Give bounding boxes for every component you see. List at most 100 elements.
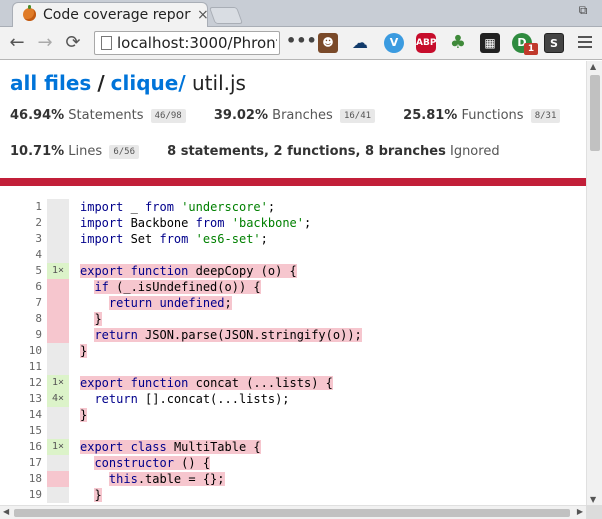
stat-functions: 25.81% Functions 8/31 bbox=[403, 108, 561, 123]
v-extension-icon[interactable]: V bbox=[384, 33, 404, 53]
stat-branches: 39.02% Branches 16/41 bbox=[213, 108, 376, 123]
line-hit-count bbox=[47, 471, 69, 487]
line-hit-count bbox=[47, 327, 69, 343]
code-text: import Backbone from 'backbone'; bbox=[80, 216, 312, 230]
code-line: 3 import Set from 'es6-set'; bbox=[0, 231, 586, 247]
code-line: 7 return undefined; bbox=[0, 295, 586, 311]
line-number[interactable]: 1 bbox=[0, 199, 42, 215]
horizontal-scrollbar[interactable]: ◀ ▶ bbox=[0, 505, 586, 519]
stat-functions-pct: 25.81% bbox=[403, 108, 458, 123]
url-text[interactable]: localhost:3000/Phrontis/coverage/clique/… bbox=[117, 34, 277, 52]
code-text: export function concat (...lists) { bbox=[80, 376, 333, 390]
tab-title: Code coverage report bbox=[43, 7, 191, 23]
line-number[interactable]: 14 bbox=[0, 407, 42, 423]
line-hit-count bbox=[47, 295, 69, 311]
code-line: 2 import Backbone from 'backbone'; bbox=[0, 215, 586, 231]
scroll-corner bbox=[586, 505, 602, 519]
line-hit-count: 1× bbox=[47, 375, 69, 391]
line-number[interactable]: 19 bbox=[0, 487, 42, 503]
extension-face-icon[interactable]: ☻ bbox=[318, 33, 338, 53]
stat-ignored-label: Ignored bbox=[449, 144, 500, 159]
reload-icon[interactable]: ⟳ bbox=[62, 32, 84, 54]
code-line: 17 constructor () { bbox=[0, 455, 586, 471]
s-extension-icon[interactable]: S bbox=[544, 33, 564, 53]
adblock-icon[interactable]: ABP bbox=[416, 33, 436, 53]
line-number[interactable]: 5 bbox=[0, 263, 42, 279]
line-number[interactable]: 7 bbox=[0, 295, 42, 311]
line-number[interactable]: 10 bbox=[0, 343, 42, 359]
line-number[interactable]: 16 bbox=[0, 439, 42, 455]
back-arrow-icon[interactable]: ← bbox=[6, 32, 28, 54]
more-dots-icon[interactable]: ••• bbox=[286, 33, 317, 53]
code-line: 12 1× export function concat (...lists) { bbox=[0, 375, 586, 391]
code-text: this.table = {}; bbox=[108, 472, 225, 486]
coverage-summary-row-1: 46.94% Statements 46/98 39.02% Branches … bbox=[10, 108, 580, 123]
breadcrumb-all-files-link[interactable]: all files bbox=[10, 71, 91, 95]
new-tab-button[interactable] bbox=[208, 7, 244, 24]
hamburger-menu-icon[interactable] bbox=[576, 33, 594, 53]
line-hit-count bbox=[47, 343, 69, 359]
code-text: } bbox=[80, 344, 88, 358]
code-text: } bbox=[80, 408, 88, 422]
close-icon[interactable]: × bbox=[197, 7, 209, 23]
line-hit-count bbox=[47, 231, 69, 247]
stat-lines-label: Lines bbox=[68, 144, 103, 159]
line-number[interactable]: 2 bbox=[0, 215, 42, 231]
code-listing: 1 import _ from 'underscore'; 2 import Back… bbox=[0, 199, 586, 503]
code-line: 13 4× return [].concat(...lists); bbox=[0, 391, 586, 407]
coverage-summary-row-2: 10.71% Lines 6/56 8 statements, 2 functi… bbox=[10, 144, 580, 159]
code-line: 18 this.table = {}; bbox=[0, 471, 586, 487]
scroll-up-icon[interactable]: ▲ bbox=[590, 62, 596, 71]
coverage-status-bar bbox=[0, 178, 586, 186]
forward-arrow-icon[interactable]: → bbox=[34, 32, 56, 54]
line-hit-count bbox=[47, 423, 69, 439]
stat-statements-pct: 46.94% bbox=[10, 108, 65, 123]
line-number[interactable]: 4 bbox=[0, 247, 42, 263]
line-number[interactable]: 13 bbox=[0, 391, 42, 407]
film-extension-icon[interactable]: ▦ bbox=[480, 33, 500, 53]
horizontal-scroll-thumb[interactable] bbox=[14, 509, 570, 517]
line-hit-count bbox=[47, 215, 69, 231]
vertical-scroll-thumb[interactable] bbox=[590, 75, 600, 151]
tab-active[interactable]: Code coverage report × bbox=[12, 2, 209, 27]
breadcrumb-dir-link[interactable]: clique/ bbox=[111, 71, 186, 95]
line-number[interactable]: 3 bbox=[0, 231, 42, 247]
stat-lines: 10.71% Lines 6/56 bbox=[10, 144, 139, 159]
line-hit-count bbox=[47, 311, 69, 327]
line-number[interactable]: 12 bbox=[0, 375, 42, 391]
code-text: export class MultiTable { bbox=[80, 440, 261, 454]
line-hit-count bbox=[47, 247, 69, 263]
orange-favicon-icon bbox=[23, 5, 36, 21]
code-text: return JSON.parse(JSON.stringify(o)); bbox=[94, 328, 362, 342]
line-number[interactable]: 11 bbox=[0, 359, 42, 375]
stat-branches-fraction: 16/41 bbox=[339, 109, 376, 123]
code-text: return undefined; bbox=[108, 296, 232, 310]
line-number[interactable]: 6 bbox=[0, 279, 42, 295]
cloud-extension-icon[interactable]: ☁ bbox=[350, 33, 370, 53]
line-number[interactable]: 15 bbox=[0, 423, 42, 439]
tree-extension-icon[interactable]: ♣ bbox=[448, 33, 468, 53]
code-line: 11 bbox=[0, 359, 586, 375]
scroll-left-icon[interactable]: ◀ bbox=[3, 507, 9, 516]
line-hit-count: 4× bbox=[47, 391, 69, 407]
code-line: 19 } bbox=[0, 487, 586, 503]
address-bar[interactable]: localhost:3000/Phrontis/coverage/clique/… bbox=[94, 31, 280, 55]
line-hit-count: 1× bbox=[47, 263, 69, 279]
line-hit-count bbox=[47, 455, 69, 471]
stat-branches-pct: 39.02% bbox=[213, 108, 269, 123]
code-line: 16 1× export class MultiTable { bbox=[0, 439, 586, 455]
breadcrumb: all files / clique/ util.js bbox=[10, 71, 570, 95]
line-number[interactable]: 9 bbox=[0, 327, 42, 343]
vertical-scrollbar[interactable]: ▲ ▼ bbox=[586, 61, 602, 505]
page-viewport: all files / clique/ util.js 46.94% Stateme… bbox=[0, 61, 586, 505]
line-number[interactable]: 8 bbox=[0, 311, 42, 327]
line-number[interactable]: 17 bbox=[0, 455, 42, 471]
line-number[interactable]: 18 bbox=[0, 471, 42, 487]
scroll-down-icon[interactable]: ▼ bbox=[590, 495, 596, 504]
code-line: 6 if (_.isUndefined(o)) { bbox=[0, 279, 586, 295]
page-title: util.js bbox=[192, 71, 246, 95]
stat-ignored-detail: 8 statements, 2 functions, 8 branches bbox=[167, 144, 446, 159]
window-restore-icon[interactable]: ⧉ bbox=[570, 3, 596, 19]
stat-ignored: 8 statements, 2 functions, 8 branches Ig… bbox=[167, 144, 499, 159]
scroll-right-icon[interactable]: ▶ bbox=[577, 507, 583, 516]
